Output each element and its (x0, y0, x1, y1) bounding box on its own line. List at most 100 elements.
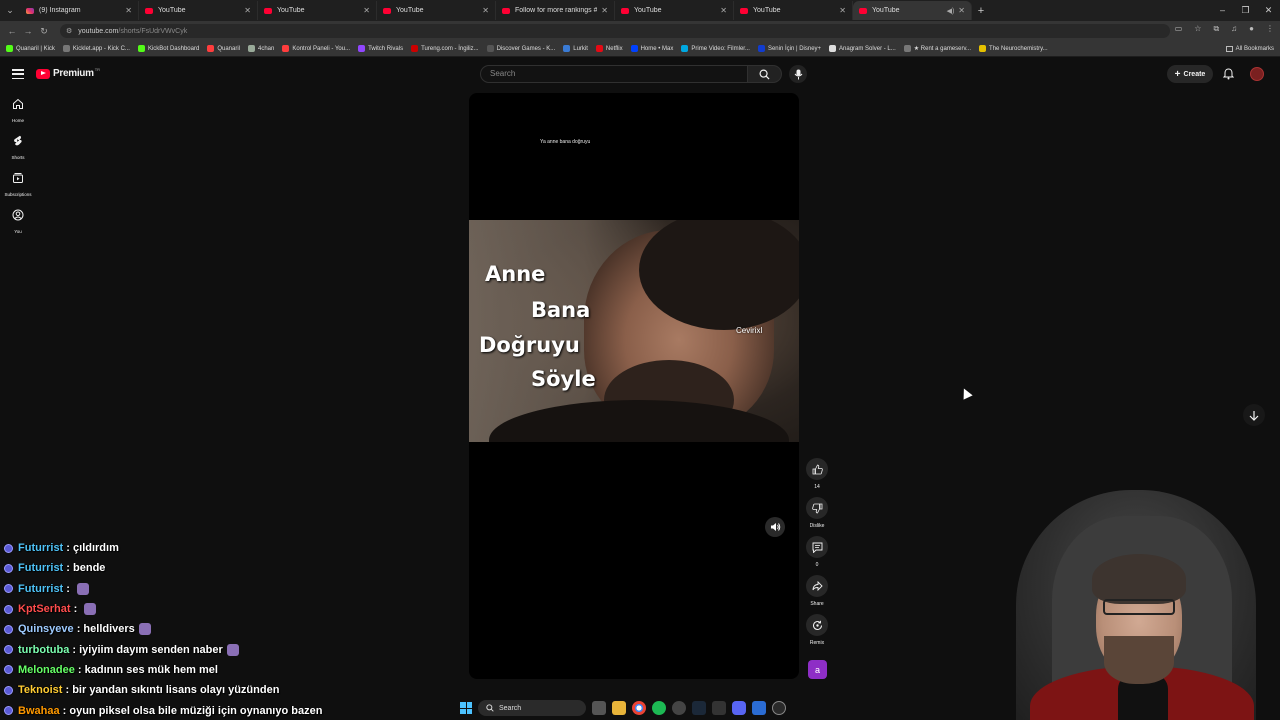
browser-tab[interactable]: YouTube ✕ (377, 1, 496, 20)
profile-icon[interactable]: ● (1249, 24, 1254, 34)
notifications-button[interactable] (1220, 66, 1236, 82)
close-tab-icon[interactable]: ✕ (958, 6, 965, 15)
minimize-button[interactable]: – (1211, 0, 1234, 21)
obs-icon[interactable] (672, 701, 686, 715)
discord-icon[interactable] (732, 701, 746, 715)
close-tab-icon[interactable]: ✕ (720, 6, 727, 15)
bookmark-item[interactable]: Twitch Rivals (358, 45, 403, 52)
comments-button[interactable] (806, 536, 828, 558)
bookmark-item[interactable]: Quanaril | Kick (6, 45, 55, 52)
nav-item-home[interactable]: Home (0, 91, 36, 128)
bookmark-item[interactable]: Lurkit (563, 45, 588, 52)
all-bookmarks-button[interactable]: All Bookmarks (1225, 41, 1274, 56)
bookmark-item[interactable]: Anagram Solver - L... (829, 45, 896, 52)
copilot-icon[interactable] (752, 701, 766, 715)
maximize-button[interactable]: ❐ (1234, 0, 1257, 21)
close-tab-icon[interactable]: ✕ (125, 6, 132, 15)
app-icon[interactable] (712, 701, 726, 715)
file-explorer-icon[interactable] (612, 701, 626, 715)
browser-tab[interactable]: YouTube ◀) ✕ (853, 1, 972, 20)
browser-tab[interactable]: (9) Instagram ✕ (20, 1, 139, 20)
next-short-button[interactable] (1243, 404, 1265, 426)
menu-hamburger-icon[interactable] (12, 69, 24, 79)
chat-separator: : (63, 582, 74, 595)
bookmark-item[interactable]: 4chan (248, 45, 274, 52)
voice-search-button[interactable] (789, 65, 807, 83)
bookmark-favicon-icon (6, 45, 13, 52)
tab-audio-icon[interactable]: ◀) (947, 7, 955, 15)
create-button[interactable]: + Create (1167, 65, 1213, 83)
bookmark-label: Tureng.com - İngiliz... (421, 45, 479, 52)
bookmark-item[interactable]: The Neurochemistry... (979, 45, 1048, 52)
chat-username[interactable]: Bwahaa (18, 705, 60, 717)
bookmark-item[interactable]: Senin İçin | Disney+ (757, 45, 821, 52)
task-view-icon[interactable] (592, 701, 606, 715)
channel-avatar[interactable]: a (808, 660, 827, 679)
nav-item-subscriptions[interactable]: Subscriptions (0, 165, 36, 202)
volume-button[interactable] (765, 517, 785, 537)
chat-separator: : (63, 562, 74, 575)
bookmark-item[interactable]: Netflix (595, 45, 623, 52)
search-input[interactable]: Search (480, 65, 748, 83)
site-info-icon[interactable]: ⚙ (66, 27, 72, 35)
taskbar-search[interactable]: Search (478, 700, 586, 716)
new-tab-button[interactable]: + (972, 5, 990, 17)
spotify-icon[interactable] (652, 701, 666, 715)
bookmark-item[interactable]: Quanaril (207, 45, 240, 52)
bookmark-item[interactable]: Prime Video: Filmler... (681, 45, 750, 52)
close-window-button[interactable]: ✕ (1257, 0, 1280, 21)
browser-tab[interactable]: YouTube ✕ (734, 1, 853, 20)
browser-tab[interactable]: Follow for more rankings #fyp✕ (496, 1, 615, 20)
close-tab-icon[interactable]: ✕ (482, 6, 489, 15)
chat-username[interactable]: turbotuba (18, 644, 69, 656)
chat-username[interactable]: Futurrist (18, 583, 63, 595)
search-button[interactable] (748, 65, 782, 83)
close-tab-icon[interactable]: ✕ (601, 6, 608, 15)
chat-username[interactable]: Melonadee (18, 664, 75, 676)
bookmark-item[interactable]: KickBot Dashboard (137, 45, 199, 52)
tab-search-button[interactable]: ⌄ (0, 0, 20, 21)
shorts-player[interactable]: Ya anne bana doğruyu Anne Bana Doğruyu S… (469, 93, 799, 679)
reload-button[interactable]: ↻ (36, 26, 52, 37)
browser-tab[interactable]: YouTube ✕ (615, 1, 734, 20)
chrome-icon[interactable] (632, 701, 646, 715)
settings-icon[interactable] (772, 701, 786, 715)
chat-username[interactable]: KptSerhat (18, 603, 71, 615)
bookmark-item[interactable]: Kontrol Paneli - You... (282, 45, 350, 52)
nav-item-shorts[interactable]: Shorts (0, 128, 36, 165)
share-button[interactable] (806, 575, 828, 597)
share-arrow-icon (812, 581, 823, 591)
chat-username[interactable]: Futurrist (18, 542, 63, 554)
chat-badge-icon (4, 584, 13, 594)
menu-icon[interactable]: ⋮ (1266, 24, 1274, 34)
media-icon[interactable]: ♫ (1231, 24, 1237, 34)
youtube-logo[interactable]: Premium TR (36, 67, 100, 79)
close-tab-icon[interactable]: ✕ (363, 6, 370, 15)
extensions-icon[interactable]: ⧉ (1213, 24, 1219, 34)
video-frame[interactable]: Anne Bana Doğruyu Söyle Cevirixl (469, 220, 799, 442)
cast-icon[interactable]: ▭ (1175, 24, 1183, 34)
nav-item-you[interactable]: You (0, 202, 36, 239)
back-button[interactable]: ← (4, 26, 20, 36)
forward-button[interactable]: → (20, 26, 36, 36)
remix-button[interactable] (806, 614, 828, 636)
close-tab-icon[interactable]: ✕ (839, 6, 846, 15)
bookmark-item[interactable]: Kicklet.app - Kick C... (62, 45, 130, 52)
chat-username[interactable]: Teknoist (18, 684, 62, 696)
bookmark-star-icon[interactable]: ☆ (1194, 24, 1201, 34)
bookmark-item[interactable]: Tureng.com - İngiliz... (411, 45, 479, 52)
chat-username[interactable]: Futurrist (18, 562, 63, 574)
windows-start-icon[interactable] (460, 702, 472, 714)
browser-tab[interactable]: YouTube ✕ (139, 1, 258, 20)
account-avatar[interactable] (1250, 67, 1264, 81)
bookmark-item[interactable]: Discover Games - K... (486, 45, 555, 52)
browser-tab[interactable]: YouTube ✕ (258, 1, 377, 20)
steam-icon[interactable] (692, 701, 706, 715)
dislike-button[interactable] (806, 497, 828, 519)
close-tab-icon[interactable]: ✕ (244, 6, 251, 15)
chat-username[interactable]: Quinsyeve (18, 623, 74, 635)
bookmark-item[interactable]: Home • Max (630, 45, 673, 52)
bookmark-item[interactable]: ★ Rent a gameserv... (903, 45, 971, 52)
url-field[interactable]: ⚙ youtube.com/shorts/FsUdrVWvCyk (60, 24, 1170, 38)
like-button[interactable] (806, 458, 828, 480)
